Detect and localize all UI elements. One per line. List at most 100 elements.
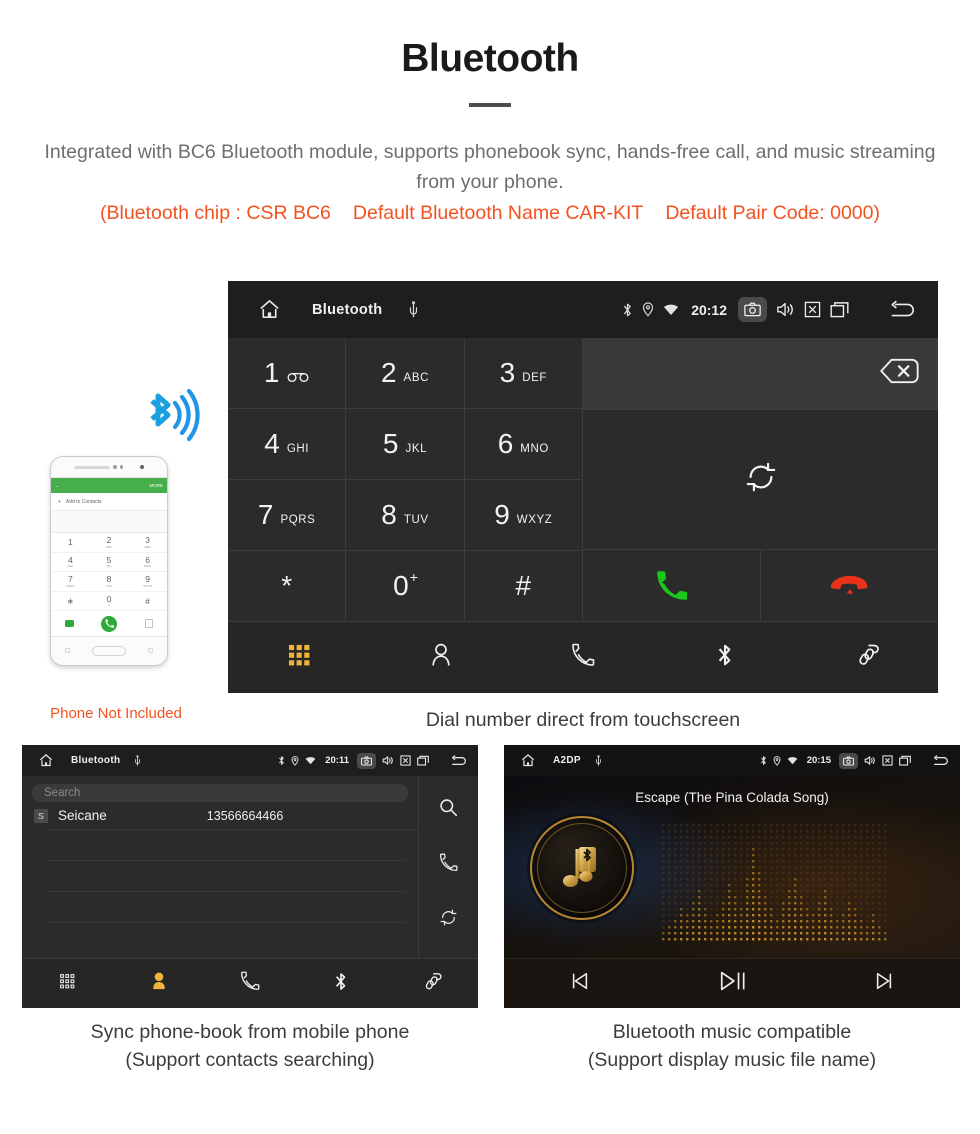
call-button[interactable] [583,549,761,621]
contact-row-empty [45,861,406,892]
keypad-row: 4 GHI 5 JKL 6 MNO [228,409,583,480]
music-caption-line1: Bluetooth music compatible [612,1021,852,1043]
call-icon[interactable] [439,853,458,877]
bluetooth-signal-icon [134,383,204,450]
key-2[interactable]: 2 ABC [346,338,465,409]
person-icon [430,643,452,672]
song-title: Escape (The Pina Colada Song) [635,790,829,805]
home-icon[interactable] [242,298,296,321]
key-digit: 1 [263,357,280,388]
key-8[interactable]: 8 TUV [346,480,465,551]
page-description: Integrated with BC6 Bluetooth module, su… [44,140,936,194]
home-icon[interactable] [29,753,63,768]
title-divider [469,102,511,107]
previous-track-button[interactable] [504,971,656,996]
page-title: Bluetooth [401,37,579,80]
play-pause-icon [718,969,746,998]
key-9[interactable]: 9 WXYZ [464,480,583,551]
key-7[interactable]: 7 PQRS [228,480,347,551]
phone-earpiece [51,457,167,477]
music-controls [504,958,960,1008]
keypad-row: 7 PQRS 8 TUV 9 WXYZ [228,480,583,551]
nav-item-bluetooth[interactable] [296,971,387,997]
phone-action-row [51,611,167,636]
keypad-icon [288,644,310,671]
phonebook-main: Search S Seicane 13566664466 [22,776,478,958]
back-icon[interactable] [932,754,949,767]
contact-number: 13566664466 [206,808,284,823]
wifi-icon [787,756,798,765]
sync-icon[interactable] [439,908,458,932]
phone-back-icon: ← [55,483,60,488]
recents-icon[interactable] [830,301,849,318]
nav-item-call-log[interactable] [204,971,295,996]
volume-icon[interactable] [382,755,394,766]
hangup-button[interactable] [761,550,938,621]
nav-item-keypad[interactable] [228,644,370,671]
nav-item-link[interactable] [796,642,938,673]
key-0[interactable]: 0 + [346,551,465,622]
close-icon[interactable] [804,301,821,318]
next-track-button[interactable] [808,971,960,996]
backspace-icon[interactable] [878,357,920,390]
key-star[interactable]: * [228,551,347,622]
usb-icon [134,754,141,767]
handset-icon [571,643,595,672]
nav-item-link[interactable] [387,971,478,997]
nav-item-keypad[interactable] [22,973,113,994]
bluetooth-icon [278,755,285,766]
volume-icon[interactable] [776,301,795,318]
key-digit: 5 [382,428,399,459]
key-1[interactable]: 1 [228,338,347,409]
voicemail-icon [287,370,309,388]
number-display[interactable] [583,338,938,411]
phone-device: ← MORE + Add to Contacts 1 2 ABC 3 DEF 4 GHI 5 J… [50,456,168,666]
key-3[interactable]: 3 DEF [464,338,583,409]
phone-add-to-contacts: + Add to Contacts [51,493,167,511]
volume-icon[interactable] [864,755,876,766]
location-icon [642,302,654,317]
dialer-bottom-nav [228,622,938,693]
key-digit: * [281,570,293,601]
nav-item-contacts[interactable] [370,643,512,672]
link-icon [855,642,879,673]
contact-row[interactable]: S Seicane 13566664466 [34,802,418,830]
key-digit: 6 [497,428,514,459]
key-digit: 8 [381,499,397,530]
key-4[interactable]: 4 GHI [228,409,347,480]
play-pause-button[interactable] [656,969,808,998]
close-icon[interactable] [400,755,411,766]
recents-icon[interactable] [899,755,911,766]
back-icon[interactable] [888,300,916,320]
wifi-icon [305,756,316,765]
music-stage: Escape (The Pina Colada Song) [504,776,960,958]
phone-not-included-note: Phone Not Included [50,705,182,722]
nav-item-bluetooth[interactable] [654,642,796,673]
nav-item-call-log[interactable] [512,643,654,672]
sync-icon[interactable] [744,460,778,499]
key-letters: MNO [520,443,549,455]
search-icon[interactable] [439,798,458,822]
phone-more-label: MORE [149,483,164,488]
phone-key: 4 GHI [51,553,90,572]
phone-screen: ← MORE + Add to Contacts 1 2 ABC 3 DEF 4 GHI 5 J… [51,477,167,637]
wifi-icon [663,303,679,316]
status-right-group: 20:12 [622,297,924,322]
key-6[interactable]: 6 MNO [464,409,583,480]
home-icon[interactable] [511,753,545,768]
recents-icon[interactable] [417,755,429,766]
back-icon[interactable] [450,754,467,767]
camera-icon[interactable] [357,752,376,769]
phonebook-caption: Sync phone-book from mobile phone (Suppo… [22,1018,478,1075]
plus-icon: + [58,498,61,505]
key-letters: ABC [403,372,429,384]
phone-key-sub: WXYZ [143,583,152,588]
nav-item-contacts[interactable] [113,971,204,996]
close-icon[interactable] [882,755,893,766]
camera-icon[interactable] [738,297,767,322]
search-input[interactable]: Search [32,784,408,802]
key-hash[interactable]: # [464,551,583,622]
camera-icon[interactable] [839,752,858,769]
sync-row[interactable] [583,410,938,550]
key-5[interactable]: 5 JKL [346,409,465,480]
